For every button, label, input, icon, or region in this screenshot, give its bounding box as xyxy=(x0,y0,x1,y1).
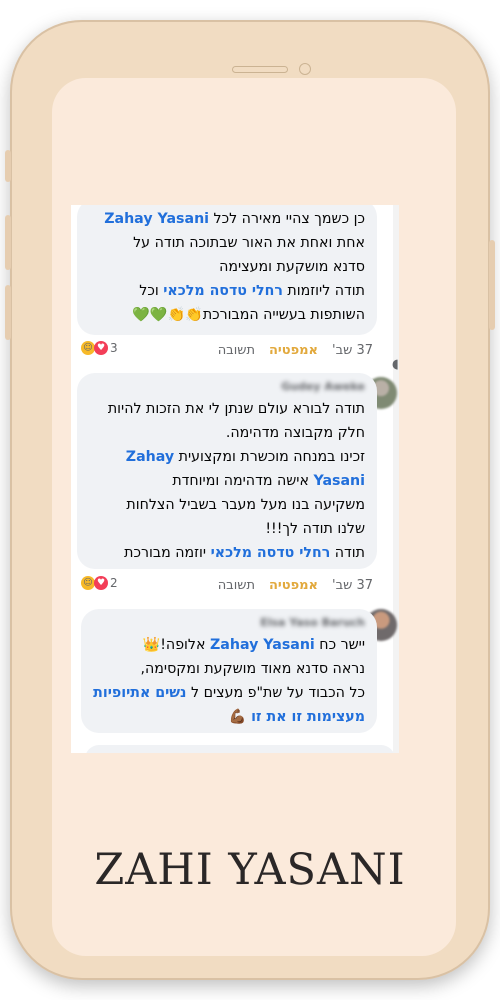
comment-text: תודה ליוזמות xyxy=(282,283,365,299)
comment-line: תודה ליוזמות רחלי טדסה מלכאי וכל xyxy=(87,279,365,303)
comment-bubble: Gudey Aweke תודה לבורא עולם שנתן לי את ה… xyxy=(77,373,377,569)
mention-link[interactable]: רחלי טדסה מלכאי xyxy=(211,545,331,561)
comment-line: אחת ואחת את האור שבתוכה תודה על xyxy=(133,235,365,251)
comment-line: כל הכבוד על שת"פ מעצים ל נשים אתיופיות xyxy=(91,681,365,705)
next-comment-bubble xyxy=(85,745,395,753)
comment-line: זכינו במנחה מוכשרת ומקצועית Zahay xyxy=(87,445,365,469)
comment-bubble: כן כשמך צהיי מאירה לכל Zahay Yasani אחת … xyxy=(77,205,377,335)
comment-author[interactable]: Elsa Yaso Baruch xyxy=(91,613,365,633)
reply-button[interactable]: תשובה xyxy=(218,578,255,593)
comment-line: תודה לבורא עולם שנתן לי את הזכות להיות xyxy=(107,401,365,417)
comment-line: סדנא מושקעת ומעצימה xyxy=(219,259,365,275)
timestamp[interactable]: 37 שב' xyxy=(332,343,373,358)
speaker-icon xyxy=(232,66,288,73)
comment-line: נראה סדנא מאוד מושקעת ומקסימה, xyxy=(140,661,365,677)
comment-text: 💪🏾 xyxy=(228,709,252,725)
care-reaction-icon: ☺ xyxy=(81,576,95,590)
facebook-comments-screenshot: כן כשמך צהיי מאירה לכל Zahay Yasani אחת … xyxy=(71,205,399,753)
comment-text: יישר כח xyxy=(314,637,365,653)
comment-actions: 37 שב' אמפטיה תשובה xyxy=(218,578,373,593)
comment-line: שלנו תודה לך!!! xyxy=(265,521,365,537)
comment-line: תודה רחלי טדסה מלכאי יוזמה מבורכת xyxy=(87,541,365,565)
heart-reaction-icon: ♥ xyxy=(94,576,108,590)
power-button xyxy=(489,240,495,330)
comment-author[interactable]: Gudey Aweke xyxy=(87,377,365,397)
comment-line: חלק מקבוצה מדהימה. xyxy=(225,425,365,441)
comment-line: Yasani אישה מדהימה ומיוחדת xyxy=(87,469,365,493)
comment-text: כן כשמך צהיי מאירה לכל xyxy=(209,211,365,227)
mention-link[interactable]: Zahay xyxy=(126,449,174,465)
comment-line: השותפות בעשייה המבורכת👏👏💚💚 xyxy=(132,307,365,323)
mention-link[interactable]: Yasani xyxy=(313,473,365,489)
mention-link[interactable]: רחלי טדסה מלכאי xyxy=(163,283,283,299)
hashtag-link[interactable]: מעצימות זו את זו xyxy=(251,709,365,725)
reaction-count: 3 xyxy=(110,341,118,355)
volume-up-button xyxy=(5,215,11,270)
sound-icon: ◖)) xyxy=(392,357,399,372)
camera-icon xyxy=(299,63,311,75)
comment-text: אישה מדהימה ומיוחדת xyxy=(172,473,314,489)
comment-text: אלופה!👑 xyxy=(142,637,210,653)
scrollbar[interactable] xyxy=(393,205,399,753)
comment-actions: 37 שב' אמפטיה תשובה xyxy=(218,343,373,358)
reply-button[interactable]: תשובה xyxy=(218,343,255,358)
heart-reaction-icon: ♥ xyxy=(94,341,108,355)
side-button xyxy=(5,150,11,182)
hashtag-link[interactable]: נשים אתיופיות xyxy=(93,685,186,701)
comment-line: כן כשמך צהיי מאירה לכל Zahay Yasani xyxy=(87,207,365,231)
like-button[interactable]: אמפטיה xyxy=(269,578,318,593)
reactions-summary[interactable]: ☺ ♥ 2 xyxy=(81,576,118,590)
comment-line: יישר כח Zahay Yasani אלופה!👑 xyxy=(91,633,365,657)
like-button[interactable]: אמפטיה xyxy=(269,343,318,358)
comment-bubble: Elsa Yaso Baruch יישר כח Zahay Yasani אל… xyxy=(81,609,377,733)
comment-text: תודה xyxy=(330,545,365,561)
comment-text: יוזמה מבורכת xyxy=(124,545,211,561)
comment-text: כל הכבוד על שת"פ מעצים ל xyxy=(186,685,365,701)
reactions-summary[interactable]: ☺ ♥ 3 xyxy=(81,341,118,355)
comment-line: משקיעה בנו מעל מעבר בשביל הצלחות xyxy=(126,497,365,513)
care-reaction-icon: ☺ xyxy=(81,341,95,355)
reaction-count: 2 xyxy=(110,576,118,590)
timestamp[interactable]: 37 שב' xyxy=(332,578,373,593)
mention-link[interactable]: Zahay Yasani xyxy=(104,211,209,227)
comment-line: מעצימות זו את זו 💪🏾 xyxy=(91,705,365,729)
brand-title: ZAHI YASANI xyxy=(94,845,406,895)
mention-link[interactable]: Zahay Yasani xyxy=(210,637,315,653)
comment-text: זכינו במנחה מוכשרת ומקצועית xyxy=(174,449,365,465)
comment-text: וכל xyxy=(139,283,164,299)
volume-down-button xyxy=(5,285,11,340)
